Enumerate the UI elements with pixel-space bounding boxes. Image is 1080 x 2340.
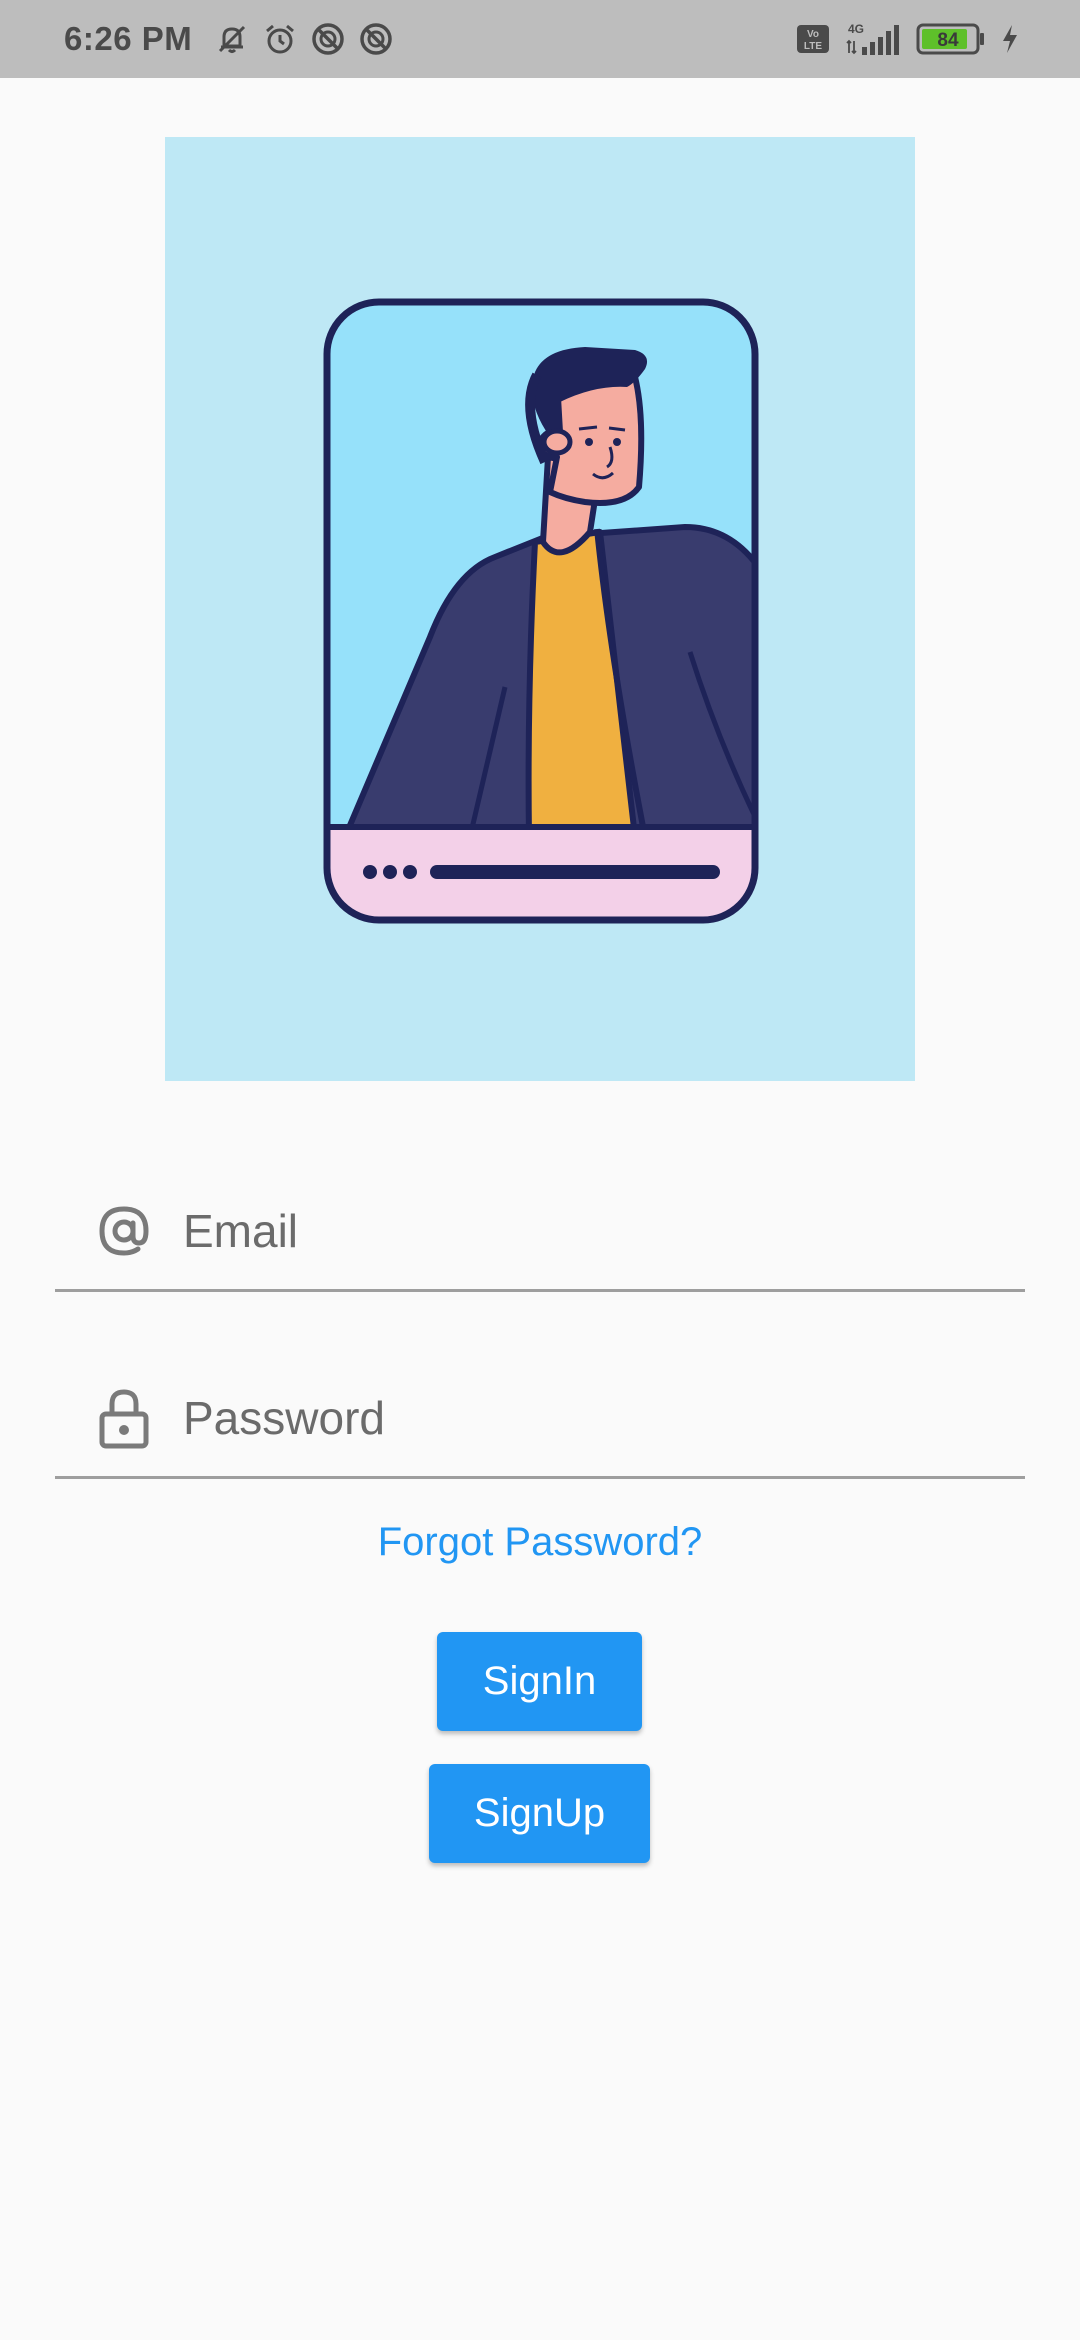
battery-level: 84 [937,30,959,51]
volte-icon: Vo LTE [796,24,830,54]
person-profile-card-illustration [323,298,759,924]
blocked-icon [310,21,346,57]
password-field[interactable] [55,1359,1025,1479]
charging-icon [1000,23,1020,55]
forgot-password-link[interactable]: Forgot Password? [0,1520,1080,1565]
signup-button[interactable]: SignUp [429,1764,650,1863]
muted-bell-icon [214,21,250,57]
svg-text:Vo: Vo [807,29,819,40]
at-sign-icon [89,1201,159,1261]
status-bar: 6:26 PM Vo LTE 4G 84 [0,0,1080,78]
password-input[interactable] [181,1376,1025,1459]
email-input[interactable] [181,1189,1025,1272]
notification-icons [214,21,394,57]
signin-button[interactable]: SignIn [437,1632,642,1731]
blocked-icon [358,21,394,57]
profile-illustration [165,137,915,1081]
signal-icon: 4G [844,21,902,57]
battery-icon: 84 [916,23,986,55]
lock-icon [89,1386,159,1450]
svg-text:LTE: LTE [804,41,822,52]
alarm-icon [262,21,298,57]
status-time: 6:26 PM [64,20,193,57]
email-field[interactable] [55,1172,1025,1292]
status-indicators: Vo LTE 4G 84 [796,21,1020,57]
network-type: 4G [848,22,864,36]
